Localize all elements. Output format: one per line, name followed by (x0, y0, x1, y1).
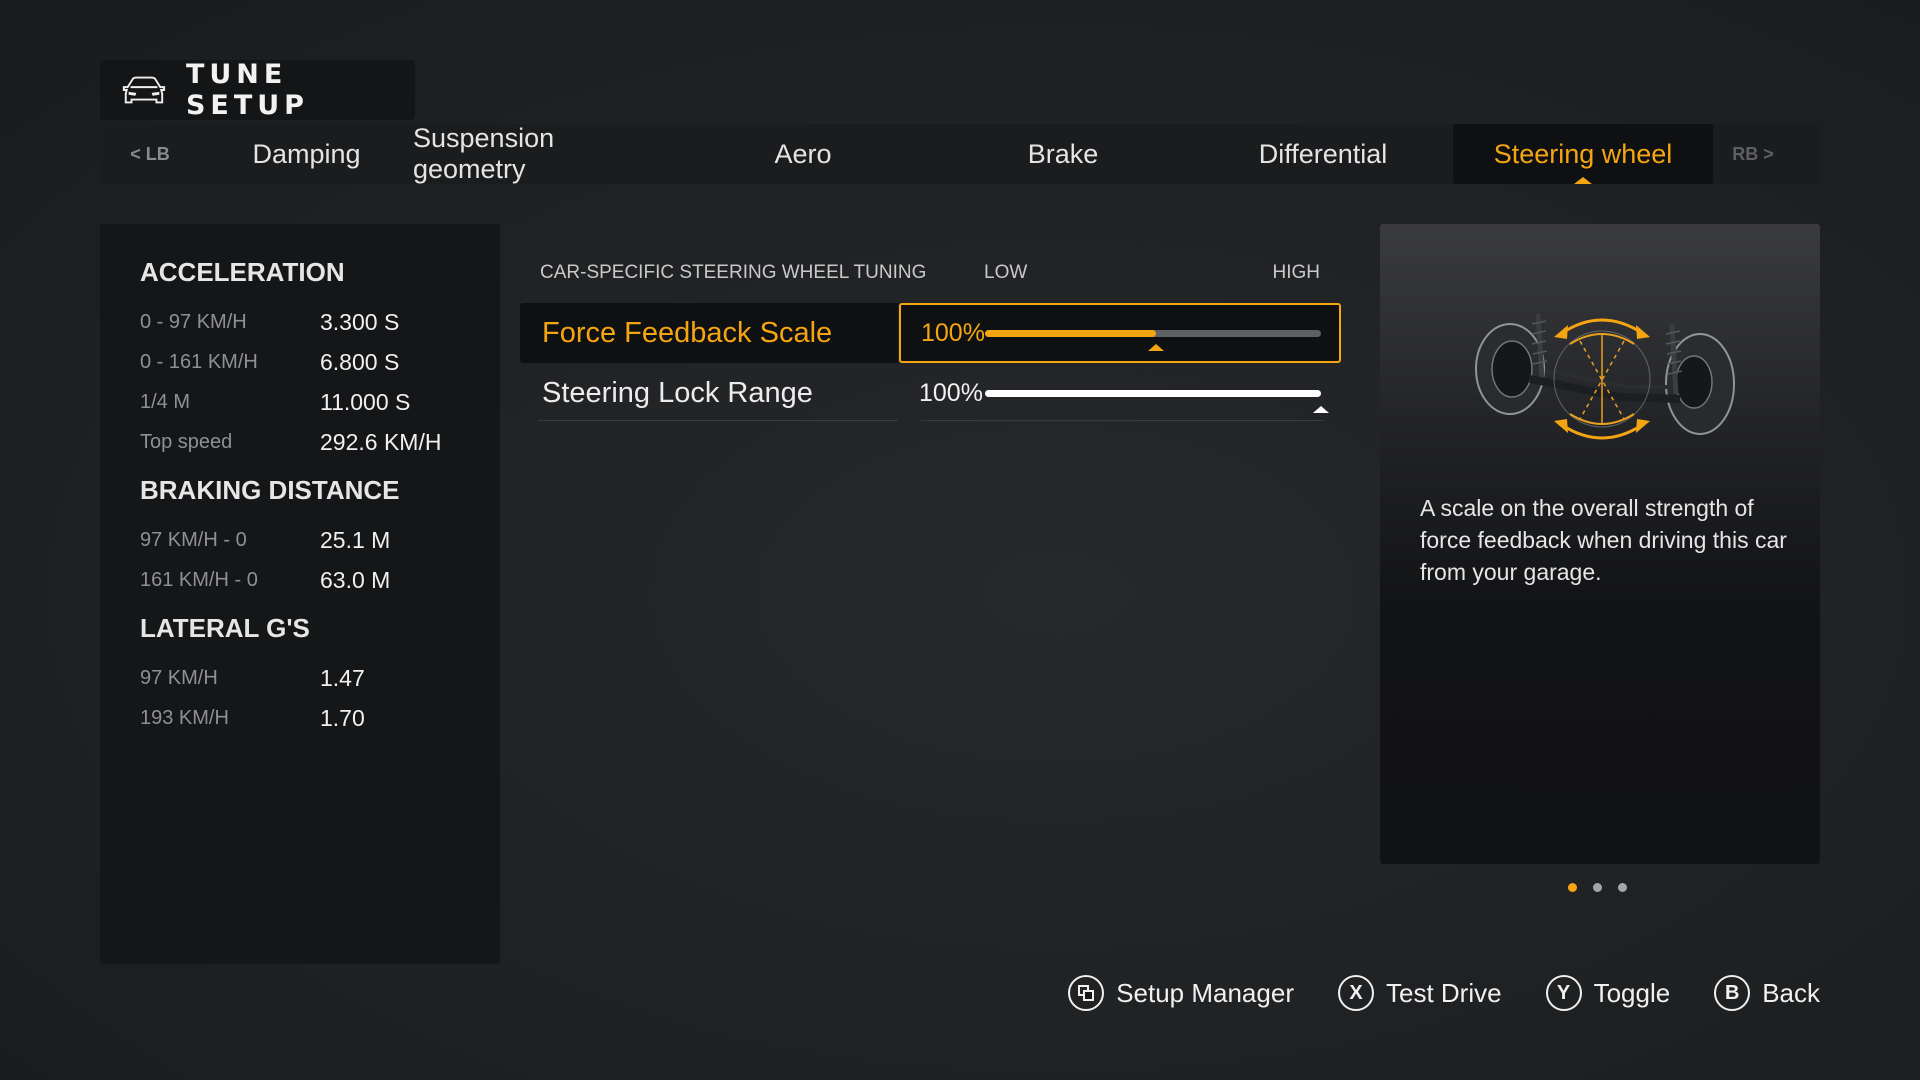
setting-description: A scale on the overall strength of force… (1420, 495, 1787, 585)
stat-label: Top speed (140, 430, 233, 453)
slider-default-marker (1313, 405, 1329, 413)
setup-manager-label: Setup Manager (1116, 977, 1294, 1008)
stat-label: 161 KM/H - 0 (140, 568, 258, 591)
stat-value: 63.0 M (320, 566, 391, 593)
stat-row: 0 - 97 KM/H 3.300 S (140, 302, 500, 342)
car-front-icon (122, 76, 166, 104)
steering-lock-slider[interactable]: 100% (899, 363, 1341, 423)
page-dot-3[interactable] (1618, 883, 1627, 892)
b-button-icon: B (1714, 975, 1751, 1011)
toggle-button[interactable]: Y Toggle (1545, 975, 1671, 1011)
toggle-label: Toggle (1593, 977, 1671, 1008)
stat-row: 97 KM/H 1.47 (140, 658, 500, 698)
stat-value: 1.70 (320, 704, 365, 731)
slider-fill (985, 329, 1157, 337)
y-button-icon: Y (1545, 975, 1582, 1011)
tab-prev-lb-button[interactable]: < LB (100, 144, 200, 165)
test-drive-button[interactable]: X Test Drive (1337, 975, 1502, 1011)
stat-row: Top speed 292.6 KM/H (140, 422, 500, 462)
slider-value: 100% (919, 378, 983, 407)
high-label: HIGH (1272, 262, 1321, 283)
tab-brake[interactable]: Brake (933, 124, 1193, 184)
stat-label: 1/4 M (140, 390, 191, 413)
stat-row: 1/4 M 11.000 S (140, 382, 500, 422)
settings-section-title: CAR-SPECIFIC STEERING WHEEL TUNING (540, 262, 927, 283)
test-drive-label: Test Drive (1385, 977, 1502, 1008)
tab-steering-wheel[interactable]: Steering wheel (1453, 124, 1713, 184)
button-prompts: Setup Manager X Test Drive Y Toggle B Ba… (1068, 975, 1820, 1011)
setting-label: Steering Lock Range (520, 363, 898, 423)
lateral-group: LATERAL G'S 97 KM/H 1.47 193 KM/H 1.70 (140, 610, 500, 738)
page-dot-2[interactable] (1593, 883, 1602, 892)
performance-stats-panel: ACCELERATION 0 - 97 KM/H 3.300 S 0 - 161 … (100, 224, 500, 964)
view-button-icon (1068, 975, 1105, 1011)
page-title: TUNE SETUP (185, 59, 309, 121)
slider-default-marker (1148, 343, 1165, 351)
info-pagination (1568, 883, 1627, 892)
low-label: LOW (984, 262, 1028, 283)
acceleration-group: ACCELERATION 0 - 97 KM/H 3.300 S 0 - 161 … (140, 254, 500, 462)
setting-label: Force Feedback Scale (520, 303, 898, 363)
tab-suspension-geometry[interactable]: Suspension geometry (413, 123, 673, 184)
stat-value: 3.300 S (320, 308, 400, 335)
info-panel: A scale on the overall strength of force… (1380, 224, 1820, 864)
stat-label: 193 KM/H (140, 706, 229, 729)
back-label: Back (1762, 977, 1820, 1008)
slider-value: 100% (921, 318, 985, 347)
tab-bar: < LB Damping Suspension geometry Aero Br… (100, 123, 1820, 184)
braking-group: BRAKING DISTANCE 97 KM/H - 0 25.1 M 161 K… (140, 472, 500, 600)
stat-label: 0 - 161 KM/H (140, 350, 258, 373)
stat-value: 292.6 KM/H (320, 428, 442, 455)
tab-damping[interactable]: Damping (200, 124, 413, 184)
settings-header: CAR-SPECIFIC STEERING WHEEL TUNING LOW H… (540, 262, 1320, 288)
stat-label: 97 KM/H (140, 666, 218, 689)
x-button-icon: X (1337, 975, 1374, 1011)
stat-value: 11.000 S (320, 388, 411, 415)
lateral-heading: LATERAL G'S (140, 613, 310, 643)
setup-manager-button[interactable]: Setup Manager (1068, 975, 1294, 1011)
stat-value: 1.47 (320, 664, 365, 691)
stat-value: 25.1 M (320, 526, 391, 553)
stat-value: 6.800 S (320, 348, 400, 375)
stat-label: 97 KM/H - 0 (140, 528, 247, 551)
acceleration-heading: ACCELERATION (140, 257, 345, 287)
stat-row: 161 KM/H - 0 63.0 M (140, 560, 500, 600)
tab-next-rb-button[interactable]: RB > (1713, 144, 1793, 165)
braking-heading: BRAKING DISTANCE (140, 475, 400, 505)
tab-aero[interactable]: Aero (673, 124, 933, 184)
slider-fill (985, 389, 1321, 397)
setting-row-steering-lock-range[interactable]: Steering Lock Range 100% (520, 363, 1342, 423)
slider-track[interactable] (985, 329, 1321, 351)
setting-row-force-feedback-scale[interactable]: Force Feedback Scale 100% (520, 303, 1342, 363)
page-title-box: TUNE SETUP (100, 59, 415, 121)
stat-row: 193 KM/H 1.70 (140, 698, 500, 738)
force-feedback-slider[interactable]: 100% (899, 303, 1341, 363)
tab-differential[interactable]: Differential (1193, 124, 1453, 184)
stat-row: 97 KM/H - 0 25.1 M (140, 520, 500, 560)
page-dot-1[interactable] (1568, 883, 1577, 892)
slider-track[interactable] (985, 389, 1329, 413)
back-button[interactable]: B Back (1714, 975, 1820, 1011)
steering-suspension-illustration (1475, 313, 1735, 440)
stat-label: 0 - 97 KM/H (140, 310, 247, 333)
stat-row: 0 - 161 KM/H 6.800 S (140, 342, 500, 382)
